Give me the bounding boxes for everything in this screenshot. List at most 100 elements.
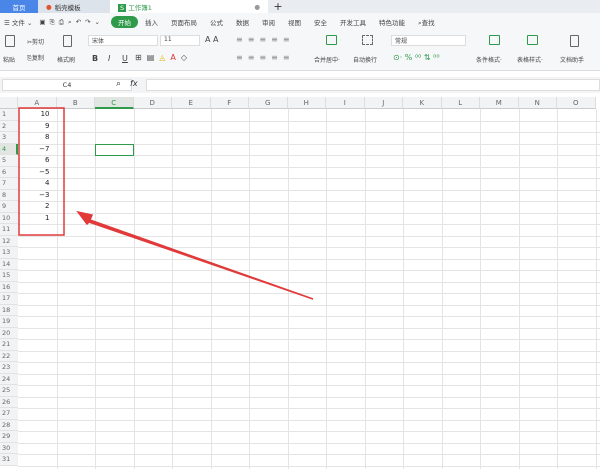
tab-home[interactable]: 首页 — [0, 0, 38, 13]
cell-A6[interactable]: −5 — [18, 167, 57, 179]
align-icons-2[interactable]: ≡≡≡≡≡ — [236, 53, 295, 62]
column-header-I[interactable]: I — [326, 97, 365, 109]
menu-page-layout[interactable]: 页面布局 — [171, 17, 197, 27]
row-header-26[interactable]: 26 — [0, 396, 18, 408]
tab-template[interactable]: ● 稻壳模板 — [38, 0, 110, 13]
row-header-18[interactable]: 18 — [0, 304, 18, 316]
row-header-1[interactable]: 1 — [0, 109, 18, 121]
select-all-corner[interactable] — [0, 97, 18, 109]
menu-special[interactable]: 特色功能 — [379, 17, 405, 27]
row-header-5[interactable]: 5 — [0, 155, 18, 167]
row-header-19[interactable]: 19 — [0, 316, 18, 328]
merge-center-button[interactable]: 合并居中· — [314, 55, 340, 64]
cell-A2[interactable]: 9 — [18, 121, 57, 133]
menu-developer[interactable]: 开发工具 — [340, 17, 366, 27]
copy-button[interactable]: ⎘复制 — [27, 53, 44, 63]
font-size-select[interactable]: 11 — [160, 35, 200, 46]
column-header-H[interactable]: H — [287, 97, 326, 109]
number-format-buttons[interactable]: ⊙· % ⁰⁰ ⇅ ⁰⁰ — [393, 53, 440, 62]
cell-A9[interactable]: 2 — [18, 201, 57, 213]
row-header-29[interactable]: 29 — [0, 431, 18, 443]
column-header-L[interactable]: L — [441, 97, 480, 109]
cell-A5[interactable]: 6 — [18, 155, 57, 167]
row-header-23[interactable]: 23 — [0, 362, 18, 374]
number-format-select[interactable]: 常规 — [391, 35, 466, 46]
formula-input[interactable] — [146, 79, 600, 91]
row-header-6[interactable]: 6 — [0, 166, 18, 178]
column-header-E[interactable]: E — [172, 97, 211, 109]
column-header-C[interactable]: C — [95, 97, 134, 109]
row-header-7[interactable]: 7 — [0, 178, 18, 190]
row-header-2[interactable]: 2 — [0, 120, 18, 132]
fx-button[interactable]: fx — [130, 79, 138, 88]
align-icons[interactable]: ≡≡≡≡≡ — [236, 35, 295, 44]
row-header-13[interactable]: 13 — [0, 247, 18, 259]
menu-home[interactable]: 开始 — [110, 16, 138, 28]
italic-button[interactable]: I — [108, 54, 110, 63]
cut-button[interactable]: ✂剪切 — [27, 37, 44, 46]
name-box[interactable]: C4 — [2, 79, 132, 91]
row-header-20[interactable]: 20 — [0, 327, 18, 339]
column-header-N[interactable]: N — [518, 97, 557, 109]
wrap-text-button[interactable]: 自动换行 — [353, 55, 377, 64]
font-select[interactable]: 宋体 — [88, 35, 158, 46]
row-header-14[interactable]: 14 — [0, 258, 18, 270]
search-button[interactable]: ⌕查找 — [418, 17, 435, 28]
cell-A1[interactable]: 10 — [18, 109, 57, 121]
conditional-format-button[interactable]: 条件格式· — [476, 55, 502, 64]
cell-A8[interactable]: −3 — [18, 190, 57, 202]
row-header-17[interactable]: 17 — [0, 293, 18, 305]
cell-A10[interactable]: 1 — [18, 213, 57, 225]
underline-button[interactable]: U — [122, 54, 128, 63]
row-header-31[interactable]: 31 — [0, 454, 18, 466]
table-style-button[interactable]: 表格样式· — [517, 55, 543, 64]
menu-security[interactable]: 安全 — [314, 17, 327, 27]
cell-A3[interactable]: 8 — [18, 132, 57, 144]
column-header-K[interactable]: K — [403, 97, 442, 109]
column-header-B[interactable]: B — [56, 97, 95, 109]
column-header-A[interactable]: A — [18, 97, 57, 109]
paste-icon[interactable] — [5, 35, 15, 49]
row-header-30[interactable]: 30 — [0, 442, 18, 454]
grow-shrink-font-buttons[interactable]: A A — [205, 35, 219, 44]
column-header-G[interactable]: G — [249, 97, 288, 109]
format-painter-button[interactable]: 格式刷 — [57, 55, 75, 64]
row-header-22[interactable]: 22 — [0, 350, 18, 362]
file-menu[interactable]: ☰ 文件 ⌄ — [4, 17, 32, 27]
row-header-3[interactable]: 3 — [0, 132, 18, 144]
menu-formulas[interactable]: 公式 — [210, 17, 223, 27]
paste-button[interactable]: 粘贴 — [3, 55, 15, 64]
spreadsheet-grid[interactable]: A B C D E F G H I J K L M N O 1 2 3 4 5 6 7 8 9 10 11 12 13 14 15 16 17… — [0, 97, 600, 469]
column-header-J[interactable]: J — [364, 97, 403, 109]
column-header-D[interactable]: D — [133, 97, 172, 109]
row-header-10[interactable]: 10 — [0, 212, 18, 224]
doc-assistant-button[interactable]: 文档助手 — [560, 55, 584, 64]
column-header-M[interactable]: M — [480, 97, 519, 109]
row-header-24[interactable]: 24 — [0, 373, 18, 385]
row-header-11[interactable]: 11 — [0, 224, 18, 236]
row-header-9[interactable]: 9 — [0, 201, 18, 213]
row-header-27[interactable]: 27 — [0, 408, 18, 420]
zoom-icon[interactable]: ⌕ — [116, 79, 121, 89]
row-header-8[interactable]: 8 — [0, 189, 18, 201]
quick-access-icons[interactable]: ▣⎘⎙⌕↶↷⌄ — [39, 18, 104, 27]
border-fill-color-icons[interactable]: ⊞▤◬A◇ — [135, 53, 192, 62]
row-header-28[interactable]: 28 — [0, 419, 18, 431]
menu-view[interactable]: 视图 — [288, 17, 301, 27]
column-header-O[interactable]: O — [557, 97, 596, 109]
column-header-F[interactable]: F — [210, 97, 249, 109]
row-header-4[interactable]: 4 — [0, 143, 18, 155]
cell-A7[interactable]: 4 — [18, 178, 57, 190]
cell-A4[interactable]: −7 — [18, 144, 57, 156]
menu-insert[interactable]: 插入 — [145, 17, 158, 27]
row-header-12[interactable]: 12 — [0, 235, 18, 247]
row-header-25[interactable]: 25 — [0, 385, 18, 397]
tab-workbook[interactable]: S 工作簿1 ● — [110, 0, 268, 13]
percent-button[interactable]: % — [405, 53, 413, 62]
row-header-21[interactable]: 21 — [0, 339, 18, 351]
row-header-16[interactable]: 16 — [0, 281, 18, 293]
menu-data[interactable]: 数据 — [236, 17, 249, 27]
menu-review[interactable]: 审阅 — [262, 17, 275, 27]
new-tab-button[interactable]: + — [268, 0, 288, 13]
row-header-15[interactable]: 15 — [0, 270, 18, 282]
